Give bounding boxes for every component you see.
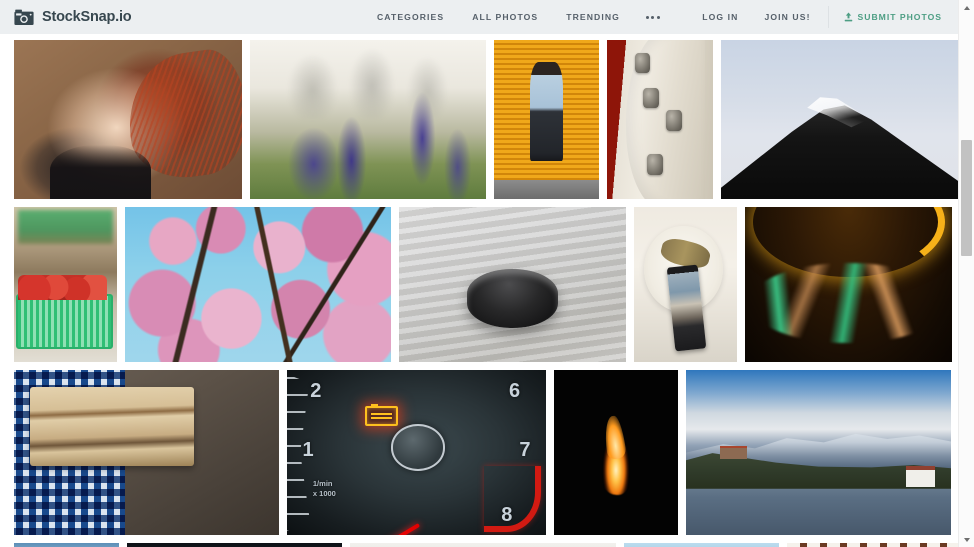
ellipsis-icon[interactable] [634,15,672,19]
photo-snowy-volcano[interactable] [721,40,958,199]
scroll-up-arrow-icon[interactable] [959,0,974,15]
camera-icon [14,9,34,26]
photo-industrial-bolts[interactable] [607,40,713,199]
nav-item-log-in[interactable]: LOG IN [689,12,751,22]
gallery-row [14,207,952,362]
brand-logo[interactable]: StockSnap.io [14,9,132,26]
photo-flame-black[interactable] [554,370,678,535]
submit-photos-button[interactable]: SUBMIT PHOTOS [827,6,958,28]
photo-phone-food[interactable] [634,207,737,362]
photo-light-trails[interactable] [745,207,952,362]
photo-row4-blue[interactable] [14,543,119,547]
brand-name: StockSnap.io [42,9,132,25]
battery-warning-icon [364,404,399,427]
photo-woman-red-hair[interactable] [14,40,242,199]
gallery-row [14,543,958,547]
site-header: StockSnap.io CATEGORIES ALL PHOTOS TREND… [0,0,958,34]
photo-lake-bled[interactable] [686,370,951,535]
photo-firewood-carry[interactable] [14,370,279,535]
nav-item-join-us[interactable]: JOIN US! [751,12,823,22]
photo-row4-light[interactable] [350,543,616,547]
tachometer-unit-label: 1/min x 1000 [312,478,336,499]
nav-item-trending[interactable]: TRENDING [552,12,634,22]
photo-gallery: 2 1 6 7 8 1/min x 1000 [0,34,958,547]
photo-tachometer[interactable]: 2 1 6 7 8 1/min x 1000 [287,370,546,535]
gallery-row [14,40,958,199]
nav-item-all-photos[interactable]: ALL PHOTOS [458,12,552,22]
submit-photos-label: SUBMIT PHOTOS [857,12,942,22]
scrollbar-thumb[interactable] [961,140,972,256]
tachometer-number-7: 7 [519,439,531,462]
photo-row4-wood[interactable] [787,543,958,547]
tachometer-number-1: 1 [302,439,314,462]
tachometer-hub [390,424,445,471]
tachometer-number-2: 2 [310,379,322,402]
account-nav: LOG IN JOIN US! SUBMIT PHOTOS [689,0,958,34]
photo-grape-hyacinth[interactable] [250,40,486,199]
photo-row4-dark[interactable] [127,543,342,547]
nav-item-categories[interactable]: CATEGORIES [363,12,458,22]
photo-black-ring[interactable] [399,207,626,362]
scroll-down-arrow-icon[interactable] [959,532,974,547]
photo-man-yellow-shutter[interactable] [494,40,599,199]
vertical-scrollbar[interactable] [958,0,974,547]
photo-strawberry-basket[interactable] [14,207,117,362]
upload-icon [844,12,853,22]
gallery-row: 2 1 6 7 8 1/min x 1000 [14,370,951,535]
primary-nav: CATEGORIES ALL PHOTOS TRENDING [363,12,672,22]
tachometer-number-6: 6 [508,379,521,402]
photo-cherry-blossoms[interactable] [125,207,391,362]
photo-row4-sky[interactable] [624,543,779,547]
